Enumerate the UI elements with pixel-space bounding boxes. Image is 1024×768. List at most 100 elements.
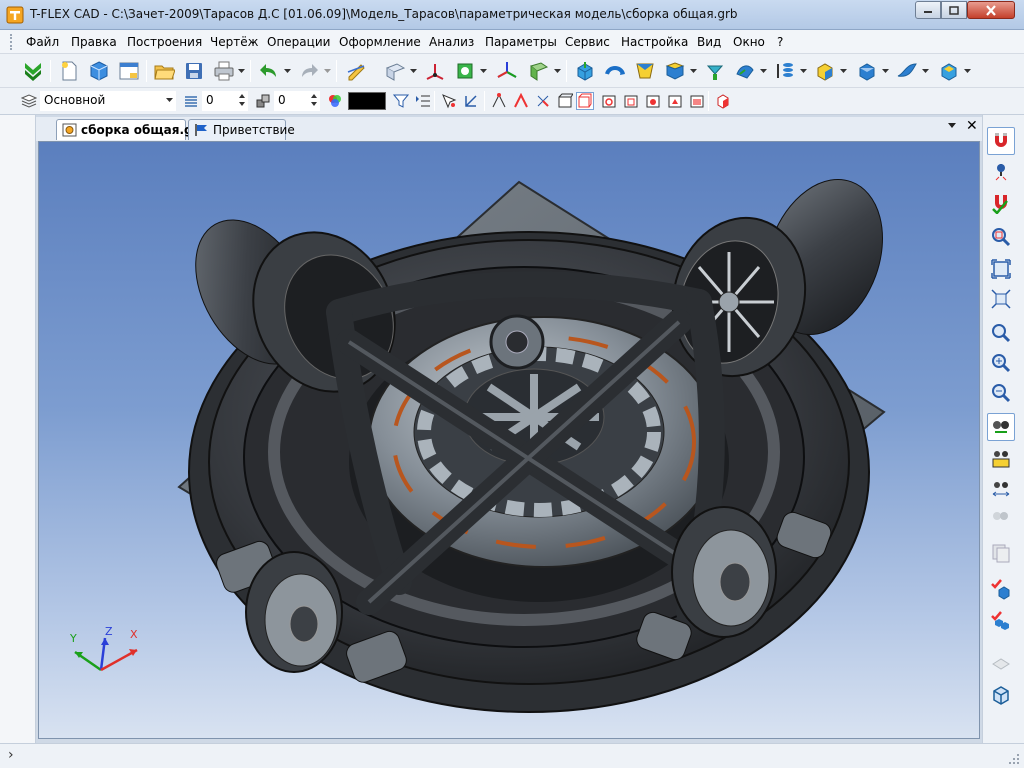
select-operation-button[interactable] (600, 92, 618, 110)
menu-analysis[interactable]: Анализ (429, 35, 474, 49)
redo-button[interactable] (296, 58, 322, 84)
tab-welcome[interactable]: Приветствие (188, 119, 295, 140)
fit-all-button[interactable] (987, 255, 1015, 283)
hidden-lines-button[interactable] (987, 503, 1015, 531)
spinner-arrows-icon[interactable] (310, 93, 318, 107)
profile-button[interactable] (452, 58, 478, 84)
print-button[interactable] (211, 58, 237, 84)
rotation-button[interactable] (602, 58, 628, 84)
lcs-button[interactable] (494, 58, 520, 84)
surface-button[interactable] (526, 58, 552, 84)
chevron-down-icon[interactable] (760, 68, 767, 74)
menu-view[interactable]: Вид (697, 35, 721, 49)
menu-edit[interactable]: Правка (71, 35, 117, 49)
select-all-button[interactable] (688, 92, 706, 110)
color-palette-button[interactable] (326, 92, 344, 110)
zoom-previous-button[interactable] (987, 379, 1015, 407)
select-body-button[interactable] (576, 92, 594, 110)
chevron-down-icon[interactable] (690, 68, 697, 74)
close-tab-button[interactable]: ✕ (966, 118, 978, 134)
chevron-down-icon[interactable] (840, 68, 847, 74)
chevron-down-icon[interactable] (410, 68, 417, 74)
zoom-window-button[interactable] (987, 223, 1015, 251)
zoom-dynamic-button[interactable] (987, 349, 1015, 377)
sweep-button[interactable] (662, 58, 688, 84)
menu-window[interactable]: Окно (733, 35, 765, 49)
chevron-down-icon[interactable] (238, 68, 245, 74)
dimension-display-button[interactable] (987, 445, 1015, 473)
priority-spinbox[interactable]: 0 (274, 91, 320, 111)
snap-mode-button-2[interactable] (462, 92, 480, 110)
menu-grip[interactable] (10, 34, 13, 50)
body-operations-button[interactable] (854, 58, 880, 84)
menu-file[interactable]: Файл (26, 35, 59, 49)
level-icon-button[interactable] (182, 92, 200, 110)
view-cube-button[interactable] (987, 681, 1015, 709)
construction-tool-button[interactable] (344, 58, 370, 84)
resize-grip-icon[interactable] (1008, 753, 1020, 765)
boolean-button[interactable] (702, 58, 728, 84)
level-spinbox[interactable]: 0 (202, 91, 248, 111)
fit-selection-button[interactable] (987, 285, 1015, 313)
array-button[interactable] (772, 58, 798, 84)
fragment-button[interactable] (812, 58, 838, 84)
loft-button[interactable] (632, 58, 658, 84)
selector-list-button[interactable] (414, 92, 432, 110)
menu-drawing[interactable]: Чертёж (210, 35, 258, 49)
open-button[interactable] (151, 58, 177, 84)
copy-view-button[interactable] (987, 539, 1015, 567)
color-swatch[interactable] (348, 92, 386, 110)
menu-settings[interactable]: Настройка (621, 35, 688, 49)
menu-service[interactable]: Сервис (565, 35, 610, 49)
new-drawing-button[interactable] (116, 58, 142, 84)
menu-formatting[interactable]: Оформление (339, 35, 421, 49)
visibility-cube-button[interactable] (714, 92, 732, 110)
check-fragments-button[interactable] (987, 607, 1015, 635)
expand-double-chevron-button[interactable] (20, 58, 46, 84)
chevron-down-icon[interactable] (922, 68, 929, 74)
distance-button[interactable] (987, 475, 1015, 503)
chevron-down-icon[interactable] (964, 68, 971, 74)
select-edge-button[interactable] (512, 92, 530, 110)
new-3d-model-button[interactable] (86, 58, 112, 84)
render-mode-button[interactable] (987, 413, 1015, 441)
check-model-button[interactable] (987, 575, 1015, 603)
3d-model-render[interactable] (39, 142, 980, 739)
snap-mode-button-1[interactable] (440, 92, 458, 110)
select-vertex-button[interactable] (490, 92, 508, 110)
snap-magnet-button[interactable] (987, 127, 1015, 155)
close-window-button[interactable] (967, 1, 1015, 19)
chevron-down-icon[interactable] (882, 68, 889, 74)
command-line-chevron[interactable]: › (8, 747, 14, 763)
pin-button[interactable] (987, 159, 1015, 187)
fillet-button[interactable] (732, 58, 758, 84)
assembly-button[interactable] (936, 58, 962, 84)
3d-node-button[interactable] (422, 58, 448, 84)
priority-icon-button[interactable] (254, 92, 272, 110)
tab-assembly[interactable]: сборка общая.grb (56, 119, 207, 140)
select-face-button[interactable] (556, 92, 574, 110)
chevron-down-icon[interactable] (480, 68, 487, 74)
filter-button[interactable] (392, 92, 410, 110)
menu-parameters[interactable]: Параметры (485, 35, 557, 49)
menu-construct[interactable]: Построения (127, 35, 202, 49)
3d-viewport[interactable]: Y Z X (38, 141, 980, 739)
zoom-in-button[interactable] (987, 319, 1015, 347)
t-flex-app-icon[interactable] (6, 6, 24, 24)
workplane-button[interactable] (382, 58, 408, 84)
spinner-arrows-icon[interactable] (238, 93, 246, 107)
new-document-button[interactable] (56, 58, 82, 84)
menu-help[interactable]: ? (777, 35, 783, 49)
save-button[interactable] (181, 58, 207, 84)
chevron-down-icon[interactable] (948, 123, 956, 129)
undo-button[interactable] (256, 58, 282, 84)
chevron-down-icon[interactable] (284, 68, 291, 74)
layer-combobox[interactable]: Основной (40, 91, 176, 111)
section-button[interactable] (987, 649, 1015, 677)
select-loop-button[interactable] (534, 92, 552, 110)
chevron-down-icon[interactable] (800, 68, 807, 74)
layer-icon-button[interactable] (20, 92, 38, 110)
magnet-green-button[interactable] (987, 189, 1015, 217)
select-fragment-button[interactable] (622, 92, 640, 110)
chevron-down-icon[interactable] (324, 68, 331, 74)
